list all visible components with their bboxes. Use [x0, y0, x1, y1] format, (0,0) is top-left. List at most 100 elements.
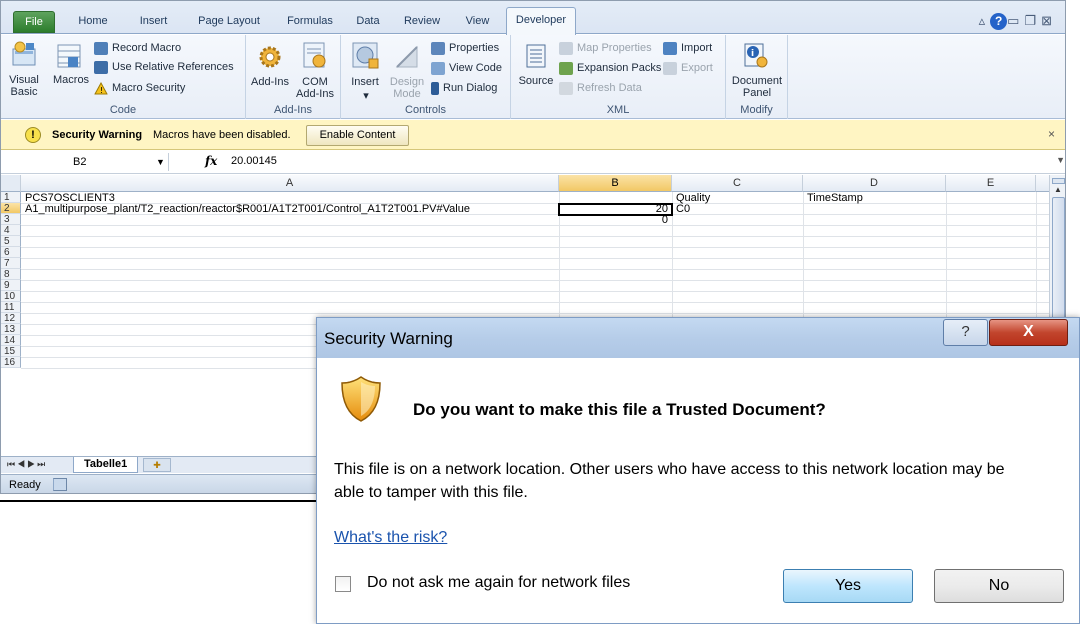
expand-formula-bar-icon[interactable]: ▼	[1056, 155, 1065, 165]
column-header-a[interactable]: A	[21, 175, 559, 192]
export-icon	[663, 61, 677, 75]
com-addins-button[interactable]: COM Add-Ins	[292, 76, 338, 100]
group-xml: Source Map Properties Expansion Packs Re…	[511, 35, 726, 119]
document-panel-button[interactable]: Document Panel	[728, 75, 786, 99]
gridline	[21, 236, 1049, 237]
insert-control-button[interactable]: Insert	[344, 76, 386, 88]
source-icon	[526, 44, 546, 68]
row-header[interactable]: 1	[1, 192, 21, 203]
enable-content-button[interactable]: Enable Content	[306, 125, 409, 146]
import-button[interactable]: Import	[663, 39, 712, 58]
cell-c2[interactable]: C0	[676, 204, 690, 215]
whats-the-risk-link[interactable]: What's the risk?	[334, 529, 447, 547]
insert-controls-icon	[352, 42, 379, 69]
use-relative-label: Use Relative References	[112, 61, 234, 73]
insert-dropdown-arrow-icon[interactable]: ▾	[361, 90, 371, 102]
row-header[interactable]: 4	[1, 225, 21, 236]
row-header[interactable]: 15	[1, 346, 21, 357]
ribbon-tab-bar: File Home Insert Page Layout Formulas Da…	[1, 1, 1065, 35]
view-code-button[interactable]: View Code	[431, 59, 502, 78]
tab-file[interactable]: File	[13, 11, 55, 33]
macro-security-button[interactable]: ! Macro Security	[94, 79, 185, 98]
visual-basic-button[interactable]: Visual Basic	[3, 74, 45, 98]
column-header-e[interactable]: E	[946, 175, 1036, 192]
select-all-corner[interactable]	[1, 175, 21, 192]
row-header[interactable]: 9	[1, 280, 21, 291]
map-properties-button[interactable]: Map Properties	[559, 39, 652, 58]
row-header[interactable]: 2	[1, 203, 21, 214]
formula-input[interactable]: 20.00145	[231, 155, 277, 167]
row-header[interactable]: 11	[1, 302, 21, 313]
column-header-d[interactable]: D	[803, 175, 946, 192]
tab-data[interactable]: Data	[346, 11, 390, 33]
row-header[interactable]: 10	[1, 291, 21, 302]
run-dialog-label: Run Dialog	[443, 82, 498, 94]
message-bar-close-icon[interactable]: ×	[1048, 127, 1055, 141]
minimize-ribbon-icon[interactable]: ▵	[979, 13, 991, 28]
gridline	[21, 258, 1049, 259]
message-bar-text: Macros have been disabled.	[153, 129, 291, 141]
cell-b2[interactable]: 20	[559, 204, 668, 215]
refresh-data-button[interactable]: Refresh Data	[559, 79, 642, 98]
row-header[interactable]: 12	[1, 313, 21, 324]
run-dialog-button[interactable]: Run Dialog	[431, 79, 497, 98]
properties-button[interactable]: Properties	[431, 39, 499, 58]
record-macro-button[interactable]: Record Macro	[94, 39, 181, 58]
tab-review[interactable]: Review	[393, 11, 451, 33]
gridline	[21, 225, 1049, 226]
macros-icon	[57, 44, 81, 68]
addins-button[interactable]: Add-Ins	[249, 76, 291, 88]
expansion-packs-icon	[559, 61, 573, 75]
group-controls-label: Controls	[405, 104, 446, 116]
row-header[interactable]: 16	[1, 357, 21, 368]
insert-function-icon[interactable]: fx	[205, 154, 217, 168]
divider-line	[0, 500, 316, 502]
do-not-ask-again-label[interactable]: Do not ask me again for network files	[367, 574, 630, 592]
expansion-packs-button[interactable]: Expansion Packs	[559, 59, 661, 78]
row-header[interactable]: 14	[1, 335, 21, 346]
split-box[interactable]	[1052, 178, 1065, 184]
export-button[interactable]: Export	[663, 59, 713, 78]
column-header-c[interactable]: C	[672, 175, 803, 192]
row-header[interactable]: 6	[1, 247, 21, 258]
source-button[interactable]: Source	[513, 75, 559, 87]
dialog-help-button[interactable]: ?	[943, 319, 988, 346]
tab-developer[interactable]: Developer	[506, 7, 576, 35]
name-box-dropdown-icon[interactable]: ▼	[156, 153, 165, 171]
restore-icon[interactable]: ❐	[1024, 13, 1041, 28]
tab-insert[interactable]: Insert	[126, 11, 181, 33]
tab-page-layout[interactable]: Page Layout	[184, 11, 274, 33]
svg-text:i: i	[751, 49, 754, 59]
macros-button[interactable]: Macros	[53, 74, 89, 86]
cell-b3[interactable]: 0	[559, 215, 668, 226]
sheet-tab-tabelle1[interactable]: Tabelle1	[73, 457, 139, 473]
close-window-icon[interactable]: ⊠	[1041, 13, 1057, 28]
no-button[interactable]: No	[934, 569, 1064, 603]
do-not-ask-again-checkbox[interactable]	[335, 576, 351, 592]
name-box[interactable]: B2 ▼	[41, 153, 169, 171]
tab-formulas[interactable]: Formulas	[277, 11, 343, 33]
row-header[interactable]: 8	[1, 269, 21, 280]
yes-button[interactable]: Yes	[783, 569, 913, 603]
name-box-value: B2	[73, 156, 87, 168]
row-header[interactable]: 13	[1, 324, 21, 335]
row-header[interactable]: 5	[1, 236, 21, 247]
tab-view[interactable]: View	[454, 11, 501, 33]
help-icon[interactable]: ?	[990, 13, 1008, 30]
cell-d1[interactable]: TimeStamp	[807, 193, 863, 204]
dialog-close-button[interactable]: X	[989, 319, 1068, 346]
use-relative-references-button[interactable]: Use Relative References	[94, 58, 234, 77]
record-macro-status-icon[interactable]	[53, 478, 67, 491]
minimize-icon[interactable]: ▭	[1007, 13, 1024, 28]
scroll-up-icon[interactable]: ▲	[1054, 185, 1062, 194]
properties-icon	[431, 41, 445, 55]
column-header-f[interactable]	[1036, 175, 1049, 192]
row-header[interactable]: 7	[1, 258, 21, 269]
sheet-navigation-icon[interactable]: ⏮◀▶⏭	[7, 459, 47, 470]
insert-sheet-icon[interactable]: ✚	[143, 458, 171, 472]
column-header-b[interactable]: B	[559, 175, 672, 192]
row-header[interactable]: 3	[1, 214, 21, 225]
design-mode-button[interactable]: Design Mode	[386, 76, 428, 100]
cell-a2[interactable]: A1_multipurpose_plant/T2_reaction/reacto…	[25, 204, 470, 215]
tab-home[interactable]: Home	[63, 11, 123, 33]
